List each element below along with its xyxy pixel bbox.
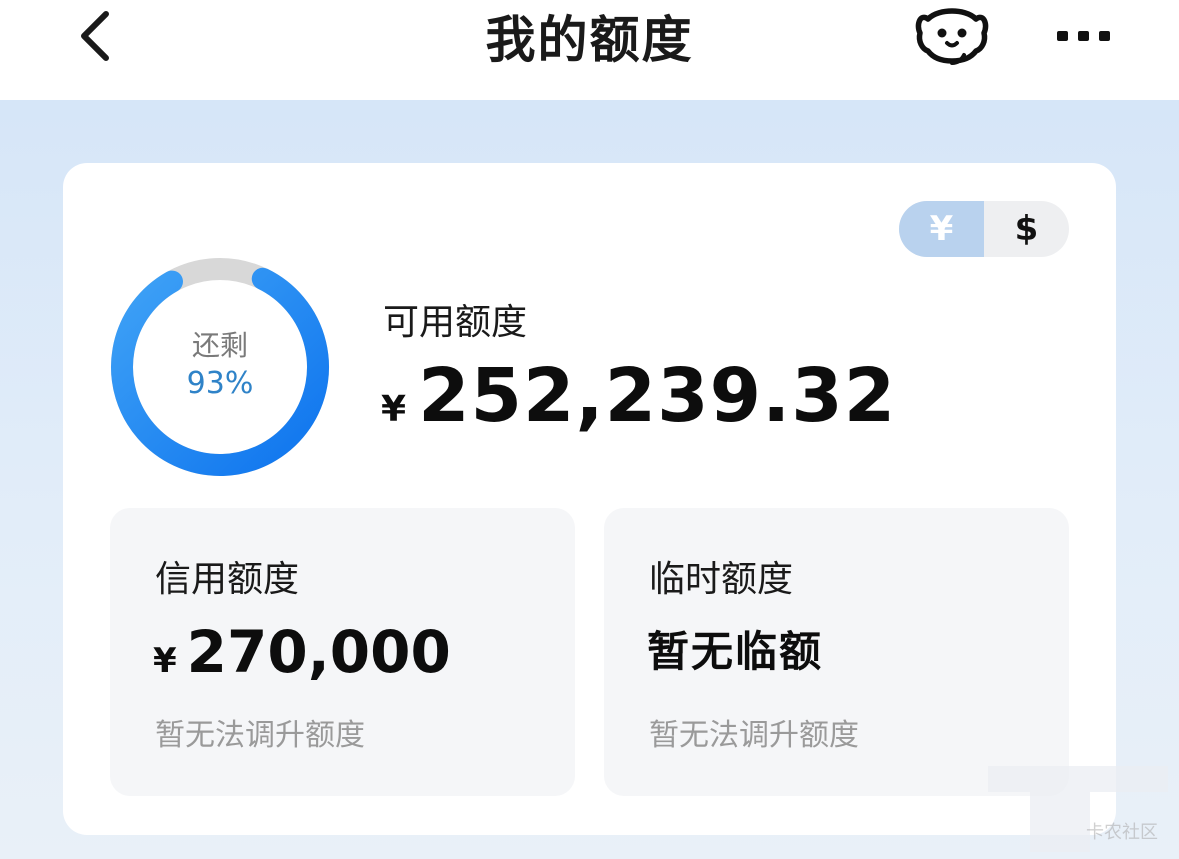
more-dots-icon (1057, 31, 1110, 41)
remaining-ring: 还剩 93% (109, 256, 331, 478)
currency-usd-option[interactable]: $ (984, 201, 1069, 257)
mosaic-patch (988, 766, 1168, 792)
customer-service-icon (915, 8, 989, 65)
customer-service-button[interactable] (910, 3, 994, 69)
quota-page: 我的额度 ¥ $ 还剩 93% 可用额度 ¥ 252,239.32 信用额度 ¥… (0, 0, 1179, 859)
credit-limit-currency: ¥ (153, 641, 177, 681)
page-title: 我的额度 (485, 11, 694, 69)
credit-limit-amount: ¥ 270,000 (153, 618, 451, 686)
nav-bar: 我的额度 (0, 0, 1179, 100)
quota-card: ¥ $ 还剩 93% 可用额度 ¥ 252,239.32 信用额度 ¥ 270,… (63, 163, 1116, 835)
watermark-text: 卡农社区 (1086, 822, 1158, 843)
temp-limit-card[interactable]: 临时额度 暂无临额 暂无法调升额度 (604, 508, 1069, 796)
credit-limit-value: 270,000 (186, 618, 451, 686)
ring-label: 还剩 (191, 329, 248, 362)
temp-limit-value: 暂无临额 (647, 627, 824, 676)
temp-limit-amount: 暂无临额 (647, 618, 823, 679)
credit-limit-card[interactable]: 信用额度 ¥ 270,000 暂无法调升额度 (110, 508, 575, 796)
currency-toggle[interactable]: ¥ $ (899, 201, 1069, 257)
ring-percent: 93% (186, 366, 254, 401)
temp-limit-label: 临时额度 (649, 559, 794, 600)
available-value: 252,239.32 (418, 353, 897, 439)
available-label: 可用额度 (383, 302, 528, 343)
available-currency: ¥ (381, 389, 407, 430)
available-amount: ¥ 252,239.32 (381, 353, 896, 439)
more-button[interactable] (1048, 10, 1120, 62)
credit-limit-label: 信用额度 (155, 559, 300, 600)
currency-cny-option[interactable]: ¥ (899, 201, 984, 257)
temp-limit-hint: 暂无法调升额度 (649, 718, 859, 753)
credit-limit-hint: 暂无法调升额度 (155, 718, 365, 753)
mosaic-patch (1030, 792, 1090, 852)
